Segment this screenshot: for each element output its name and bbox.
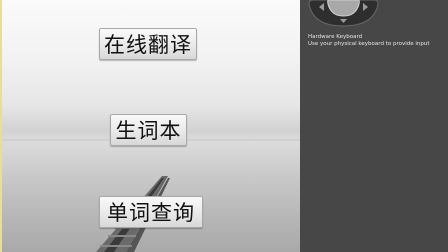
online-translate-button[interactable]: 在线翻译	[99, 28, 197, 60]
word-lookup-button[interactable]: 单词查询	[99, 196, 203, 228]
hardware-keyboard-description: Use your physical keyboard to provide in…	[308, 41, 430, 47]
hardware-keyboard-title: Hardware Keyboard	[308, 34, 363, 40]
app-screen: 在线翻译 生词本 单词查询	[0, 0, 300, 252]
dpad-control[interactable]	[307, 0, 380, 28]
vocabulary-book-button[interactable]: 生词本	[110, 114, 187, 146]
